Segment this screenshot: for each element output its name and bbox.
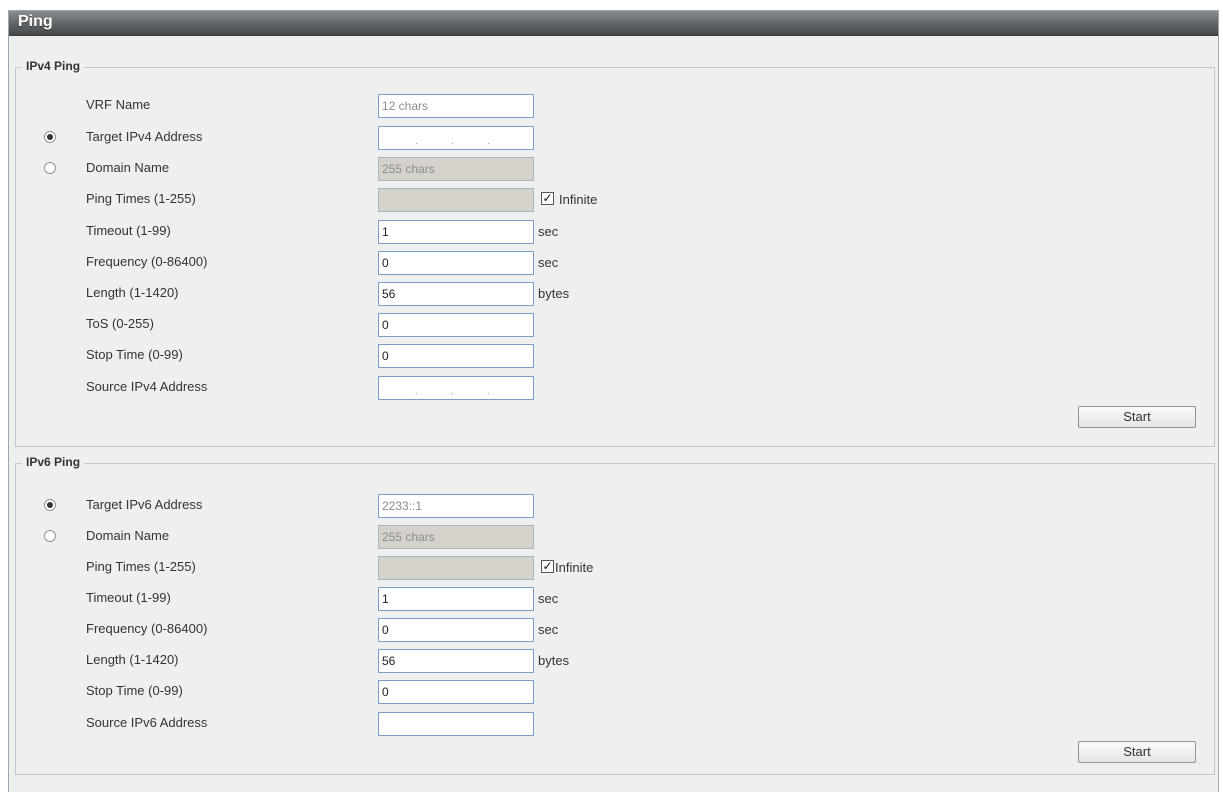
frequency-label: Frequency (0-86400) xyxy=(86,254,208,269)
source-ipv6-input[interactable] xyxy=(378,712,534,736)
ipv4-frequency-row: Frequency (0-86400) 0 sec xyxy=(16,251,1214,275)
ipv4-tos-row: ToS (0-255) 0 xyxy=(16,313,1214,337)
ipv6-ping-times-input[interactable] xyxy=(378,556,534,580)
ipv6-length-row: Length (1-1420) 56 bytes xyxy=(16,649,1214,673)
ipv6-stop-time-row: Stop Time (0-99) 0 xyxy=(16,680,1214,704)
frequency-unit: sec xyxy=(538,255,559,270)
target-ipv4-radio[interactable] xyxy=(44,131,56,143)
target-ipv6-label: Target IPv6 Address xyxy=(86,497,203,512)
ipv6-domain-name-input[interactable]: 255 chars xyxy=(378,525,534,549)
length-input[interactable]: 56 xyxy=(378,282,534,306)
target-ipv4-input[interactable]: ... xyxy=(378,126,534,150)
ipv6-ping-times-row: Ping Times (1-255) ✓ Infinite xyxy=(16,556,1214,580)
ping-times-label: Ping Times (1-255) xyxy=(86,191,196,206)
ipv4-start-button[interactable]: Start xyxy=(1078,406,1196,428)
target-ipv4-label: Target IPv4 Address xyxy=(86,129,203,144)
tos-input[interactable]: 0 xyxy=(378,313,534,337)
timeout-label: Timeout (1-99) xyxy=(86,223,171,238)
ipv4-domain-row: Domain Name 255 chars xyxy=(16,157,1214,181)
target-ipv6-input[interactable]: 2233::1 xyxy=(378,494,534,518)
ipv6-timeout-label: Timeout (1-99) xyxy=(86,590,171,605)
page-title: Ping xyxy=(18,13,53,30)
source-ipv4-label: Source IPv4 Address xyxy=(86,379,208,394)
ipv6-domain-row: Domain Name 255 chars xyxy=(16,525,1214,549)
ipv4-ping-section: IPv4 Ping VRF Name 12 chars Target IPv4 … xyxy=(15,59,1215,447)
ipv6-domain-name-radio[interactable] xyxy=(44,530,56,542)
ipv6-timeout-unit: sec xyxy=(538,591,559,606)
ipv6-length-unit: bytes xyxy=(538,653,570,668)
title-bar: Ping xyxy=(9,11,1218,36)
length-label: Length (1-1420) xyxy=(86,285,179,300)
ipv6-ping-times-label: Ping Times (1-255) xyxy=(86,559,196,574)
ipv6-stop-time-input[interactable]: 0 xyxy=(378,680,534,704)
ipv4-stop-time-row: Stop Time (0-99) 0 xyxy=(16,344,1214,368)
ipv6-timeout-input[interactable]: 1 xyxy=(378,587,534,611)
ipv6-frequency-label: Frequency (0-86400) xyxy=(86,621,208,636)
source-ipv4-input[interactable]: ... xyxy=(378,376,534,400)
ipv6-stop-time-label: Stop Time (0-99) xyxy=(86,683,183,698)
stop-time-input[interactable]: 0 xyxy=(378,344,534,368)
source-ipv6-label: Source IPv6 Address xyxy=(86,715,208,730)
domain-name-radio[interactable] xyxy=(44,162,56,174)
ping-panel: Ping IPv4 Ping VRF Name 12 chars Target … xyxy=(8,10,1219,792)
domain-name-label: Domain Name xyxy=(86,160,170,175)
ipv4-vrf-row: VRF Name 12 chars xyxy=(16,94,1214,118)
ipv6-ping-section: IPv6 Ping Target IPv6 Address 2233::1 Do… xyxy=(15,455,1215,775)
vrf-name-input[interactable]: 12 chars xyxy=(378,94,534,118)
target-ipv6-radio[interactable] xyxy=(44,499,56,511)
ipv6-domain-name-label: Domain Name xyxy=(86,528,170,543)
ipv4-length-row: Length (1-1420) 56 bytes xyxy=(16,282,1214,306)
ipv4-ping-legend: IPv4 Ping xyxy=(22,59,85,73)
ipv6-frequency-unit: sec xyxy=(538,622,559,637)
vrf-name-label: VRF Name xyxy=(86,97,151,112)
length-unit: bytes xyxy=(538,286,570,301)
ipv4-source-row: Source IPv4 Address ... xyxy=(16,376,1214,400)
ipv4-ping-times-row: Ping Times (1-255) ✓ Infinite xyxy=(16,188,1214,212)
ipv6-infinite-checkbox[interactable]: ✓ xyxy=(541,560,554,573)
infinite-label: Infinite xyxy=(559,192,598,207)
ipv6-length-label: Length (1-1420) xyxy=(86,652,179,667)
stop-time-label: Stop Time (0-99) xyxy=(86,347,183,362)
tos-label: ToS (0-255) xyxy=(86,316,154,331)
ipv6-start-button[interactable]: Start xyxy=(1078,741,1196,763)
ipv6-target-row: Target IPv6 Address 2233::1 xyxy=(16,494,1214,518)
domain-name-input[interactable]: 255 chars xyxy=(378,157,534,181)
infinite-checkbox[interactable]: ✓ xyxy=(541,192,554,205)
timeout-unit: sec xyxy=(538,224,559,239)
ipv4-target-row: Target IPv4 Address ... xyxy=(16,126,1214,150)
ipv6-infinite-label: Infinite xyxy=(555,560,594,575)
ipv6-ping-legend: IPv6 Ping xyxy=(22,455,85,469)
ipv6-frequency-row: Frequency (0-86400) 0 sec xyxy=(16,618,1214,642)
ping-times-input[interactable] xyxy=(378,188,534,212)
ipv6-source-row: Source IPv6 Address xyxy=(16,712,1214,736)
timeout-input[interactable]: 1 xyxy=(378,220,534,244)
ipv6-length-input[interactable]: 56 xyxy=(378,649,534,673)
frequency-input[interactable]: 0 xyxy=(378,251,534,275)
ipv4-timeout-row: Timeout (1-99) 1 sec xyxy=(16,220,1214,244)
ipv6-timeout-row: Timeout (1-99) 1 sec xyxy=(16,587,1214,611)
ipv6-frequency-input[interactable]: 0 xyxy=(378,618,534,642)
